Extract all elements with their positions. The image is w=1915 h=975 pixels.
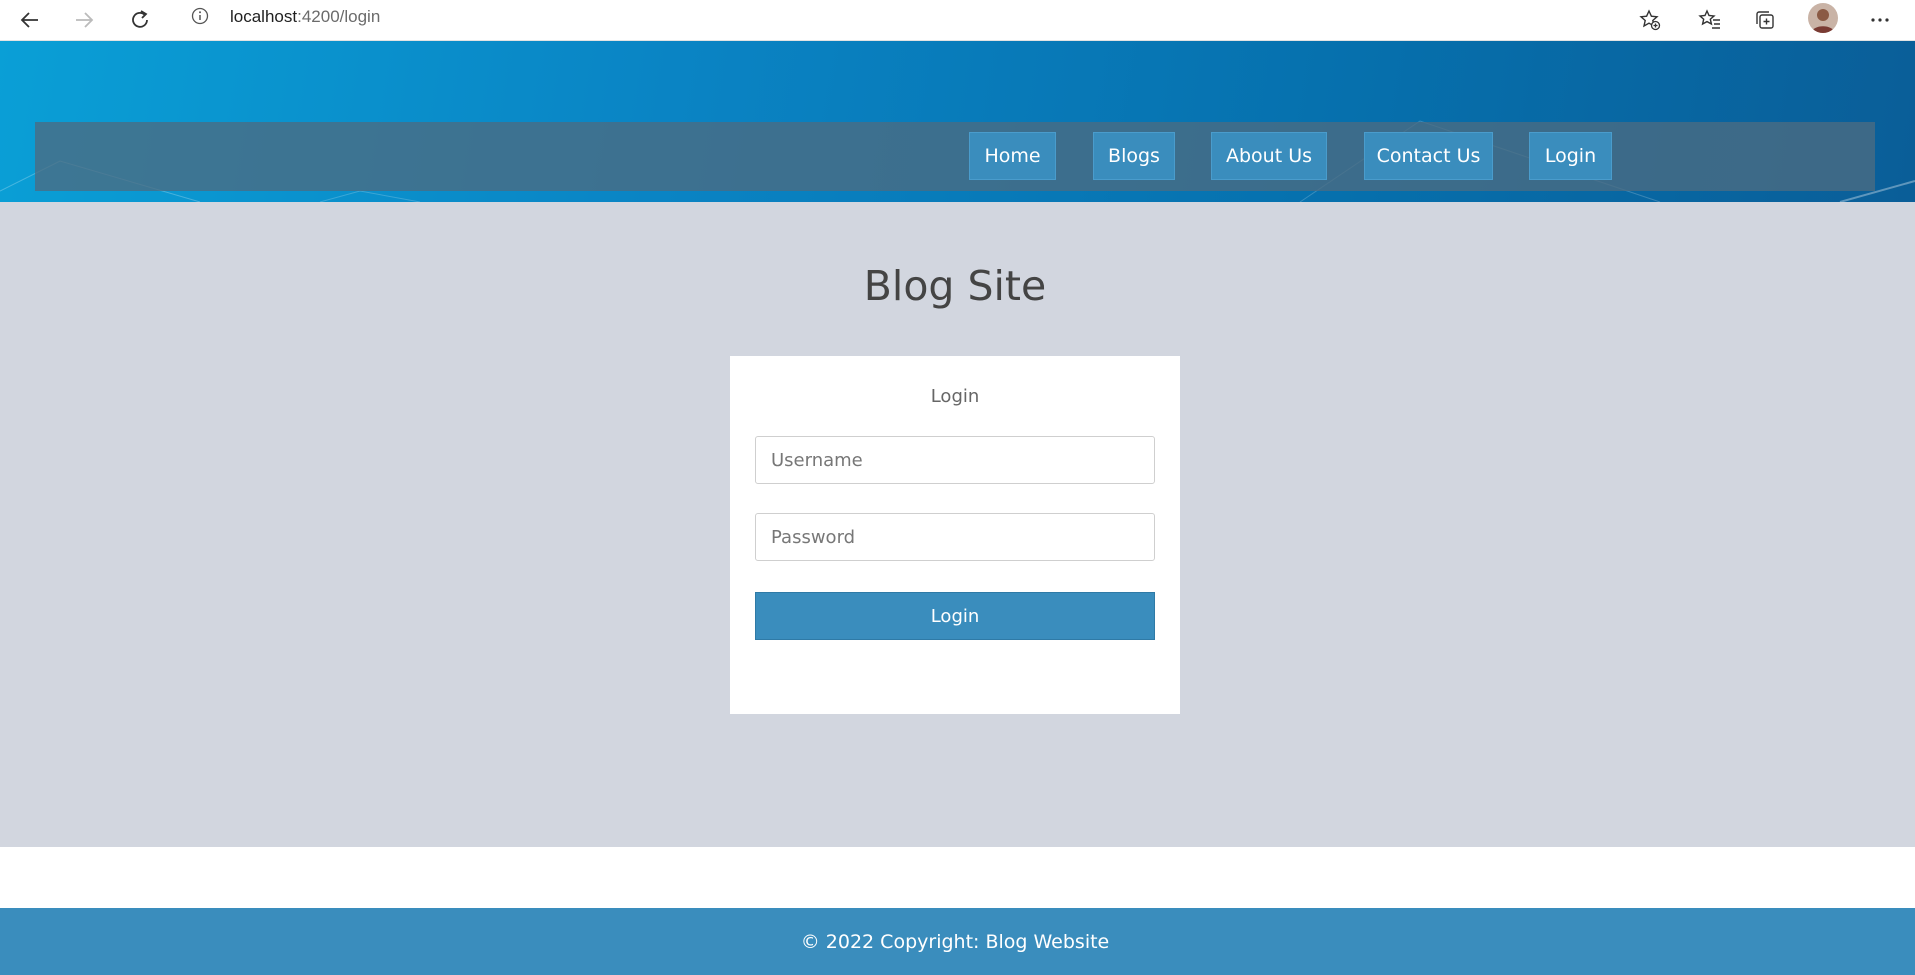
collections-icon[interactable] (1749, 4, 1781, 36)
browser-toolbar: localhost:4200/login (0, 0, 1915, 41)
avatar[interactable] (1808, 3, 1838, 33)
back-arrow-icon[interactable] (14, 4, 46, 36)
address-bar[interactable]: localhost:4200/login (176, 0, 1674, 34)
footer: © 2022 Copyright: Blog Website (0, 908, 1915, 975)
login-card-title: Login (930, 386, 980, 407)
nav-contact-us[interactable]: Contact Us (1364, 132, 1493, 180)
footer-copyright: © 2022 Copyright: Blog Website (800, 930, 1110, 953)
favorites-list-icon[interactable] (1694, 4, 1726, 36)
login-card: Login Login (730, 356, 1180, 714)
url-text: localhost:4200/login (230, 7, 380, 27)
url-host: localhost (230, 7, 298, 26)
nav-login[interactable]: Login (1529, 132, 1612, 180)
more-menu-icon[interactable] (1864, 4, 1896, 36)
forward-arrow-icon[interactable] (68, 4, 100, 36)
refresh-icon[interactable] (124, 4, 156, 36)
main-navbar: Home Blogs About Us Contact Us Login (35, 122, 1875, 191)
nav-home[interactable]: Home (969, 132, 1056, 180)
info-icon[interactable] (190, 6, 210, 26)
nav-about-us[interactable]: About Us (1211, 132, 1327, 180)
header-banner: Home Blogs About Us Contact Us Login (0, 41, 1915, 202)
password-input[interactable] (755, 513, 1155, 561)
username-input[interactable] (755, 436, 1155, 484)
login-submit-button[interactable]: Login (755, 592, 1155, 640)
page-title: Blog Site (863, 262, 1047, 310)
main-content: Blog Site Login Login (0, 202, 1915, 847)
nav-blogs[interactable]: Blogs (1093, 132, 1175, 180)
url-path: :4200/login (297, 7, 381, 26)
favorite-star-add-icon[interactable] (1634, 4, 1666, 36)
